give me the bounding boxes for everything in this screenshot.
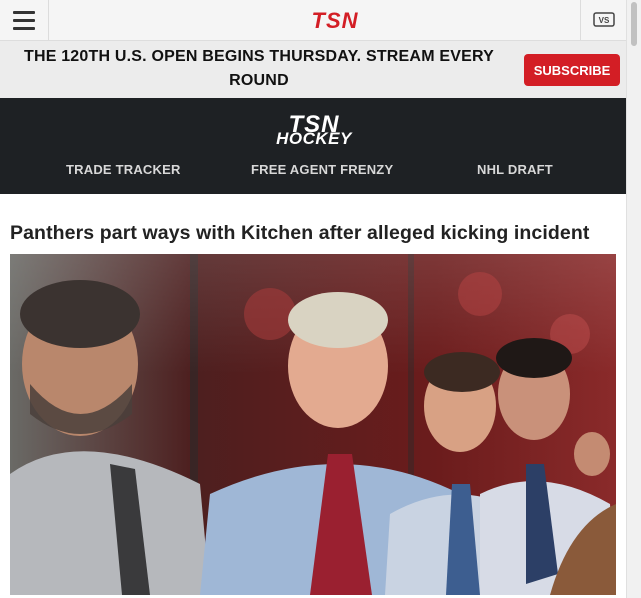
scrollbar-thumb[interactable] xyxy=(631,2,637,46)
article-headline[interactable]: Panthers part ways with Kitchen after al… xyxy=(10,222,610,245)
promo-line-1: THE 120TH U.S. OPEN BEGINS THURSDAY. STR… xyxy=(23,48,495,89)
nav-nhl-draft[interactable]: NHL DRAFT xyxy=(477,162,553,177)
vs-button[interactable]: VS xyxy=(580,0,626,40)
vs-icon: VS xyxy=(593,12,615,27)
section-header: TSN HOCKEY TRADE TRACKER FREE AGENT FREN… xyxy=(0,98,626,194)
svg-text:TSN: TSN xyxy=(312,8,359,32)
page-scrollbar[interactable] xyxy=(626,0,641,598)
hamburger-menu-icon xyxy=(13,10,35,14)
nav-free-agent-frenzy[interactable]: FREE AGENT FRENZY xyxy=(251,162,393,177)
promo-banner: THE 120TH U.S. OPEN BEGINS THURSDAY. STR… xyxy=(0,41,626,113)
tsn-logo[interactable]: TSN xyxy=(293,8,377,32)
section-name: HOCKEY xyxy=(276,129,352,148)
top-header: TSN VS xyxy=(0,0,626,41)
page: TSN VS THE 120TH U.S. OPEN BEGINS THURSD… xyxy=(0,0,626,598)
nav-trade-tracker[interactable]: TRADE TRACKER xyxy=(66,162,181,177)
menu-button[interactable] xyxy=(0,0,49,40)
subscribe-button[interactable]: SUBSCRIBE xyxy=(524,54,620,86)
coaches-bench-image xyxy=(10,254,616,595)
svg-text:VS: VS xyxy=(599,16,610,25)
article-photo[interactable] xyxy=(10,254,616,595)
